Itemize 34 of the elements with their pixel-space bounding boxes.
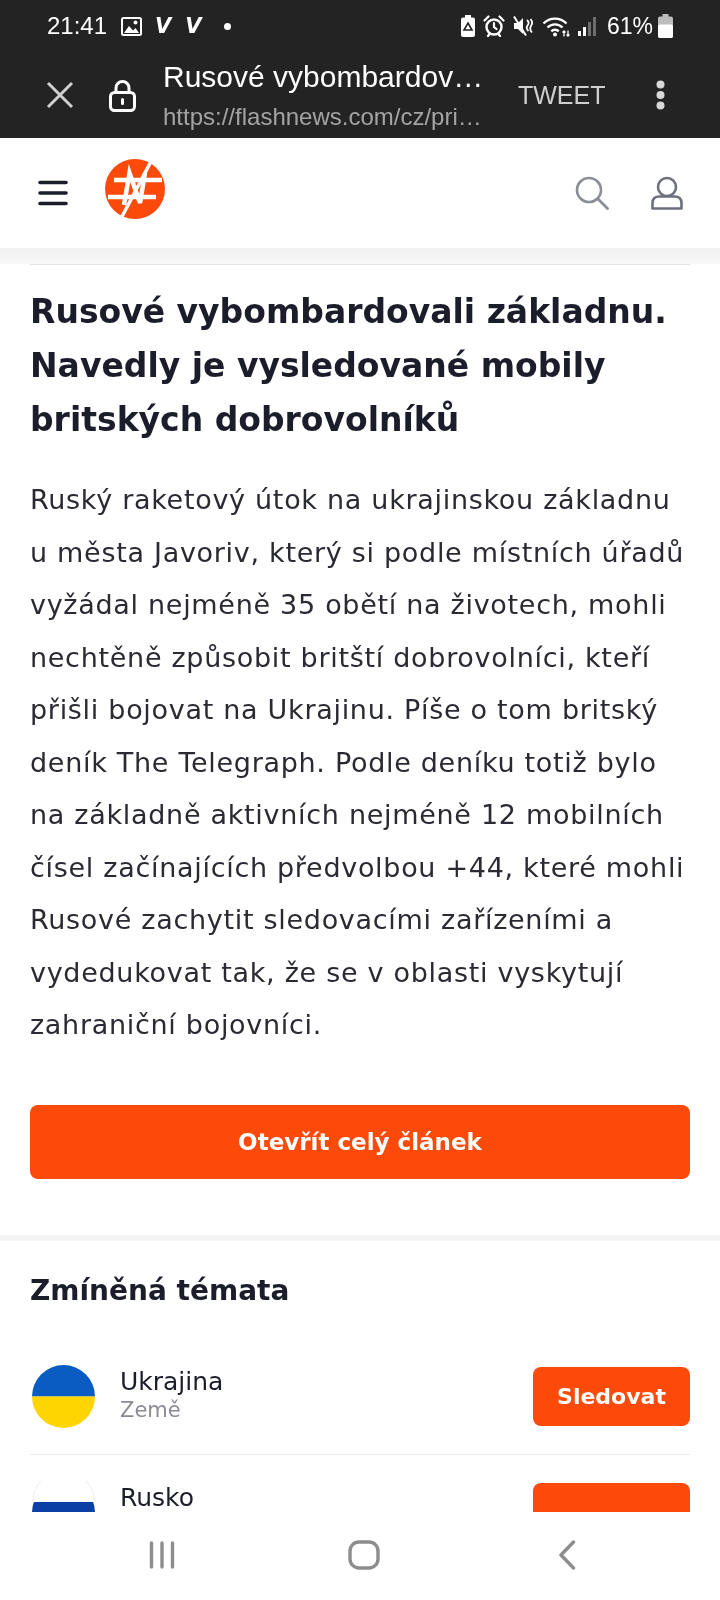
section-title: Zmíněná témata bbox=[30, 1272, 291, 1309]
alarm-icon bbox=[482, 15, 505, 37]
ukraine-flag-icon bbox=[32, 1364, 95, 1428]
battery-icon bbox=[658, 14, 673, 38]
article-body: Ruský raketový útok na ukrajinskou základnu u města Javoriv, který si podle místních úřadů vyžádal nejméně 35 obětí na životech, mohli nechtěně způsobit britští dobrovolníci, kteří přišli bojovat na Ukrajinu. Píše o tom britský deník The Telegraph. Podle deníku totiž bylo na základně aktivních nejméně 12 mobilních čísel začínajících předvolbou +44, které mohli Rusové zachytit sledovacími zařízeními a vydedukovat tak, že se v oblasti vyskytují zahraniční bojovníci. bbox=[30, 483, 686, 1042]
battery-saver-icon bbox=[460, 15, 475, 37]
more-icon[interactable] bbox=[655, 80, 665, 110]
wifi-icon bbox=[541, 15, 570, 37]
page-title: Rusové vybombardov… bbox=[163, 59, 484, 95]
signal-icon bbox=[577, 16, 597, 36]
topic-name: Ukrajina bbox=[120, 1368, 224, 1396]
user-icon[interactable] bbox=[650, 176, 684, 210]
follow-button[interactable]: Sledovat bbox=[533, 1366, 690, 1426]
topic-category: Země bbox=[120, 1397, 181, 1424]
image-icon bbox=[121, 16, 143, 36]
dot-icon bbox=[223, 22, 231, 30]
recents-icon[interactable] bbox=[149, 1540, 175, 1569]
topic-name: Rusko bbox=[120, 1484, 194, 1512]
search-icon[interactable] bbox=[575, 176, 609, 210]
close-icon[interactable] bbox=[46, 81, 74, 109]
article-headline: Rusové vybombardovali základnu. Navedly je vysledované mobily britských dobrovolníků bbox=[30, 291, 668, 441]
page-url: https://flashnews.com/cz/pri… bbox=[163, 103, 482, 131]
battery-percent: 61% bbox=[606, 12, 653, 40]
back-icon[interactable] bbox=[558, 1539, 576, 1570]
status-time: 21:41 bbox=[47, 12, 108, 40]
lock-icon bbox=[109, 78, 136, 112]
menu-icon[interactable] bbox=[38, 180, 68, 206]
open-article-button[interactable]: Otevřít celý článek bbox=[30, 1104, 690, 1179]
logo-icon[interactable] bbox=[105, 159, 165, 219]
home-icon[interactable] bbox=[348, 1539, 380, 1570]
tweet-button[interactable]: TWEET bbox=[518, 80, 606, 110]
notification-mark: V bbox=[155, 13, 172, 39]
mute-icon bbox=[512, 15, 534, 37]
notification-mark: V bbox=[185, 13, 202, 39]
